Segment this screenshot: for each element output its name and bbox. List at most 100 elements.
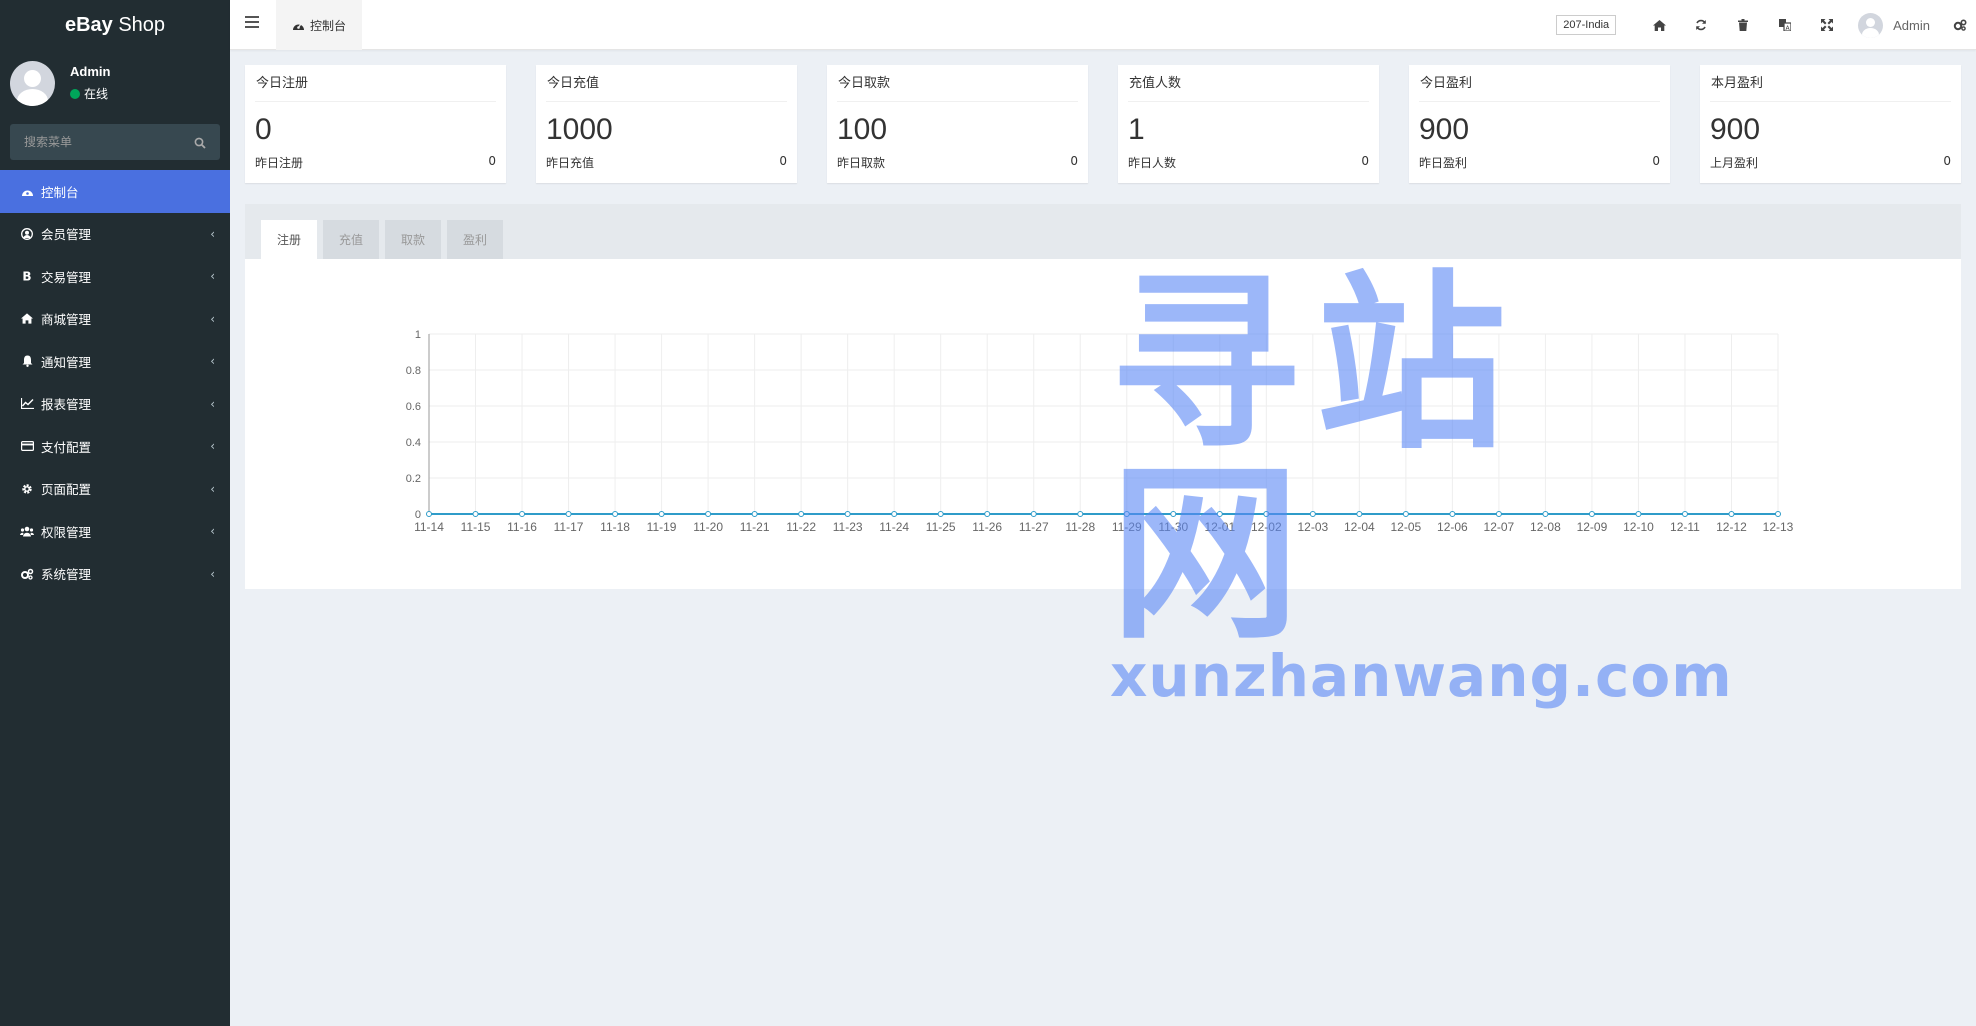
stats-row: 今日注册 0 昨日注册 0 今日充值 1000 昨日充值 0 今日取款 100 昨日取款 0 充值人数 1…	[245, 65, 1961, 183]
sidebar-item-bell[interactable]: 通知管理 ‹	[0, 340, 230, 383]
chart-tab[interactable]: 取款	[385, 220, 441, 259]
chart-tab[interactable]: 盈利	[447, 220, 503, 259]
data-point	[1402, 511, 1409, 517]
sidebar-item-user-circle[interactable]: 会员管理 ‹	[0, 213, 230, 256]
bitcoin-icon: B	[20, 269, 34, 283]
language-icon[interactable]: A	[1764, 19, 1806, 31]
watermark-en: xunzhanwang.com	[1110, 642, 1733, 710]
chart-tabs: 注册 充值 取款 盈利	[245, 204, 1961, 259]
chevron-left-icon: ‹	[210, 524, 215, 539]
data-point	[844, 511, 851, 517]
stat-title: 今日充值	[546, 65, 787, 102]
line-chart-icon	[20, 397, 34, 411]
data-point	[1077, 511, 1084, 517]
sidebar-item-users[interactable]: 权限管理 ‹	[0, 510, 230, 553]
data-point	[937, 511, 944, 517]
data-point	[1635, 511, 1642, 517]
x-tick-label: 12-10	[1623, 520, 1654, 534]
menu-search-input[interactable]	[10, 124, 220, 160]
data-point	[658, 511, 665, 517]
x-tick-label: 12-05	[1391, 520, 1422, 534]
x-tick-label: 11-18	[600, 520, 630, 534]
chart-tab[interactable]: 充值	[323, 220, 379, 259]
stat-title: 今日取款	[837, 65, 1078, 102]
stat-title: 充值人数	[1128, 65, 1369, 102]
sidebar-item-bitcoin[interactable]: B 交易管理 ‹	[0, 255, 230, 298]
chevron-left-icon: ‹	[210, 311, 215, 326]
gear-icon	[20, 482, 34, 496]
sidebar-item-label: 支付配置	[41, 439, 92, 455]
sidebar-item-label: 权限管理	[41, 524, 92, 540]
x-tick-label: 11-21	[740, 520, 770, 534]
data-point	[1681, 511, 1688, 517]
data-point	[1123, 511, 1130, 517]
trash-icon[interactable]	[1722, 19, 1764, 31]
gears-icon[interactable]	[1944, 19, 1976, 31]
x-tick-label: 12-01	[1204, 520, 1235, 534]
x-tick-label: 11-19	[647, 520, 677, 534]
x-tick-label: 11-25	[926, 520, 956, 534]
data-point	[1542, 511, 1549, 517]
credit-card-icon	[20, 439, 34, 453]
home-icon[interactable]	[1638, 19, 1680, 31]
sidebar-item-label: 通知管理	[41, 354, 92, 370]
x-tick-label: 12-11	[1670, 520, 1700, 534]
x-tick-label: 12-06	[1437, 520, 1468, 534]
bell-icon	[20, 354, 34, 368]
user-circle-icon	[20, 227, 34, 241]
x-tick-label: 12-08	[1530, 520, 1561, 534]
refresh-icon[interactable]	[1680, 19, 1722, 31]
sidebar-item-gears[interactable]: 系统管理 ‹	[0, 553, 230, 596]
sidebar-item-credit-card[interactable]: 支付配置 ‹	[0, 425, 230, 468]
chart-tab[interactable]: 注册	[261, 220, 317, 259]
x-tick-label: 11-28	[1065, 520, 1095, 534]
y-tick-label: 0.4	[406, 437, 421, 449]
search-icon[interactable]	[194, 134, 210, 150]
avatar	[1858, 12, 1884, 38]
language-badge[interactable]: 207-India	[1556, 15, 1617, 35]
chart-panel: 注册 充值 取款 盈利 0 0.2 0.4 0.6 0.8 1 11-14 11-15 11-16 11…	[245, 204, 1961, 589]
stat-footer-label: 昨日取款	[837, 156, 886, 170]
data-point	[1495, 511, 1502, 517]
y-tick-label: 0.6	[406, 401, 421, 413]
sidebar-menu: 控制台 会员管理 ‹ B 交易管理 ‹ 商城管理 ‹ 通知管理 ‹ 报表管理 ‹ 支付配置 ‹ 页面配置 ‹ 权…	[0, 170, 230, 595]
x-tick-label: 12-09	[1577, 520, 1608, 534]
data-point	[426, 511, 432, 517]
sidebar-item-home[interactable]: 商城管理 ‹	[0, 298, 230, 341]
data-point	[1170, 511, 1177, 517]
user-status-text: 在线	[84, 87, 109, 101]
data-point	[1728, 511, 1735, 517]
sidebar-toggle-icon[interactable]	[245, 16, 259, 30]
chevron-left-icon: ‹	[210, 226, 215, 241]
stat-title: 今日盈利	[1419, 65, 1660, 102]
sidebar-item-line-chart[interactable]: 报表管理 ‹	[0, 383, 230, 426]
registration-line-chart: 00.20.40.60.8111-14 11-15 11-16 11-17 11-18 1…	[406, 329, 1794, 534]
logo-text: Shop	[112, 14, 166, 36]
data-point	[472, 511, 479, 517]
data-point	[891, 511, 898, 517]
stat-card: 今日盈利 900 昨日盈利 0	[1409, 65, 1670, 183]
app-logo[interactable]: eBay Shop	[0, 0, 230, 50]
data-point	[984, 511, 991, 517]
sidebar-item-label: 控制台	[41, 184, 79, 200]
x-tick-label: 12-03	[1297, 520, 1328, 534]
x-tick-label: 12-04	[1344, 520, 1375, 534]
fullscreen-icon[interactable]	[1806, 19, 1848, 31]
top-header: 控制台 207-India A Admin	[230, 0, 1976, 50]
x-tick-label: 11-27	[1019, 520, 1049, 534]
x-tick-label: 11-17	[554, 520, 584, 534]
data-point	[1775, 511, 1781, 517]
stat-value: 1000	[546, 113, 613, 146]
stat-footer-value: 0	[1652, 154, 1660, 168]
data-point	[565, 511, 572, 517]
x-tick-label: 12-12	[1716, 520, 1747, 534]
sidebar-item-dashboard[interactable]: 控制台	[0, 170, 230, 213]
tab-dashboard[interactable]: 控制台	[276, 0, 363, 50]
admin-user-menu[interactable]: Admin	[1848, 12, 1944, 38]
sidebar: eBay Shop Admin 在线 控制台会员管理‹B交易管理‹商城管理‹通知…	[0, 0, 230, 1026]
user-name: Admin	[70, 64, 111, 79]
data-point	[612, 511, 619, 517]
x-tick-label: 11-16	[507, 520, 537, 534]
sidebar-item-gear[interactable]: 页面配置 ‹	[0, 468, 230, 511]
stat-value: 900	[1419, 113, 1470, 146]
